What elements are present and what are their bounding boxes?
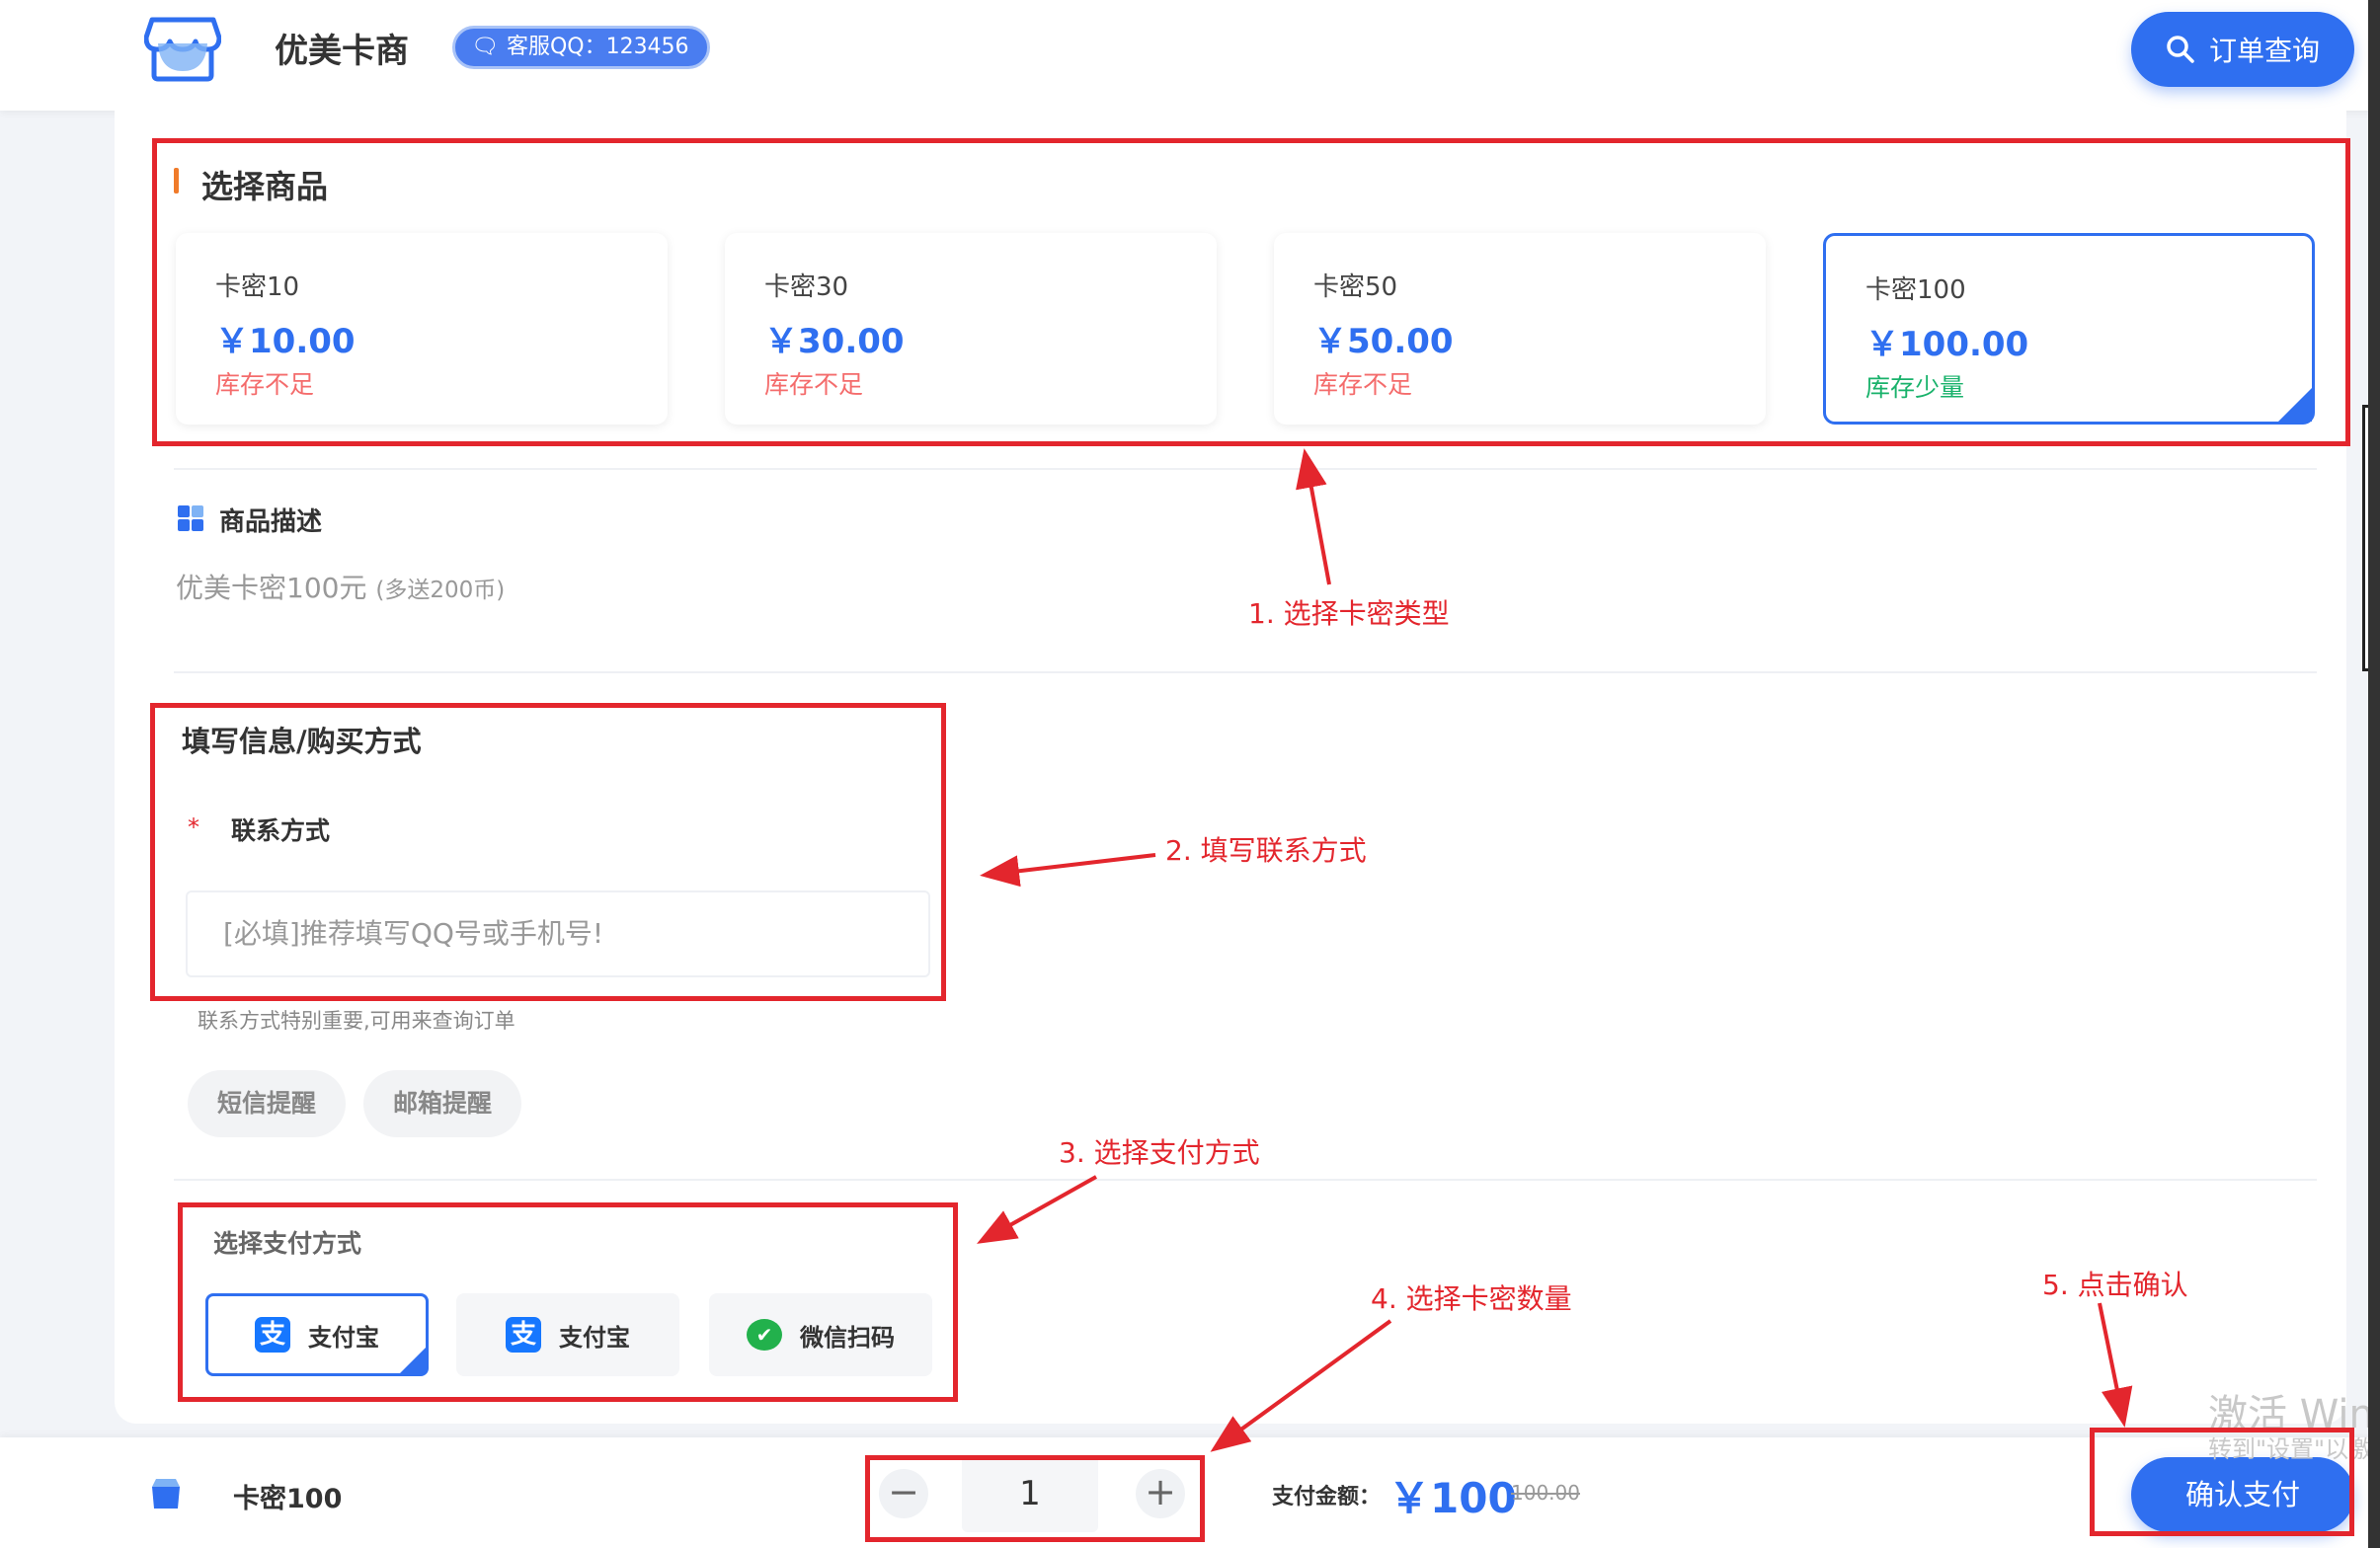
arrow-step1 [1296,448,1331,585]
arrow-step2 [980,853,1156,888]
annotation-arrows [977,448,2133,1452]
arrow-step4 [1210,1319,1392,1452]
arrow-step3 [977,1175,1097,1244]
arrow-step5 [2098,1302,2133,1428]
